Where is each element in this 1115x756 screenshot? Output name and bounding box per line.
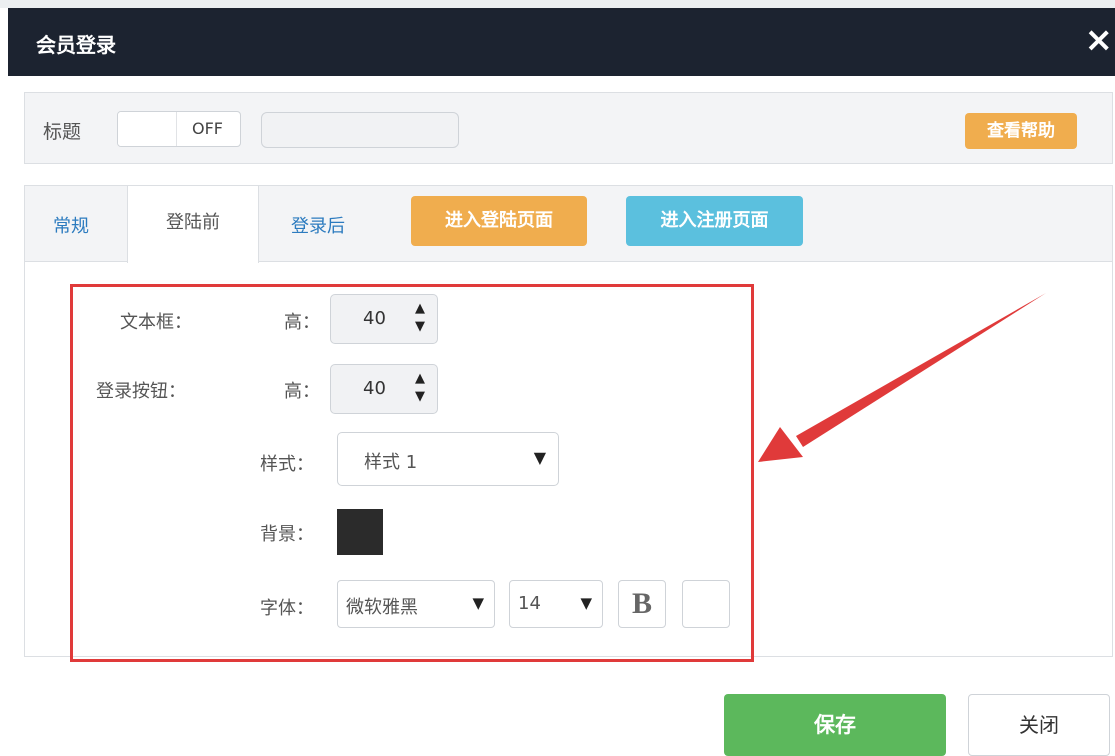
save-button[interactable]: 保存	[724, 694, 946, 756]
annotation-arrow-icon	[758, 293, 1046, 462]
close-button[interactable]: 关闭	[968, 694, 1110, 756]
